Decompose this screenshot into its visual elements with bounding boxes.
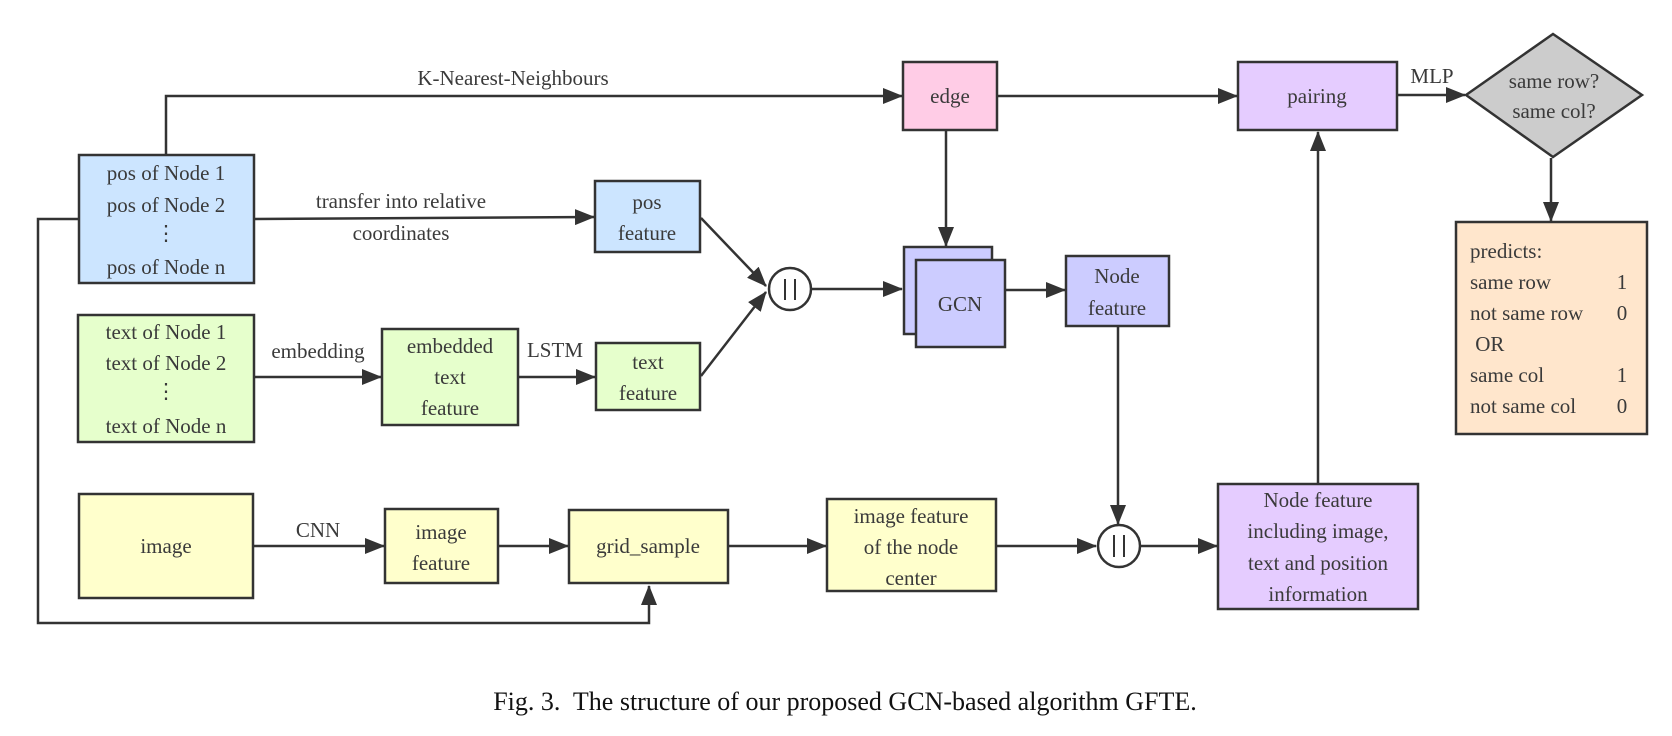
- pos-feature-line-1: pos: [632, 190, 661, 214]
- text-feature-line-1: text: [632, 350, 664, 374]
- node-combined-feature: Node feature including image, text and p…: [1216, 482, 1420, 611]
- label-cnn: CNN: [296, 518, 340, 542]
- node-image-feature-center: image feature of the node center: [825, 497, 998, 593]
- node-pos-input: pos of Node 1 pos of Node 2 ⋮ pos of Nod…: [77, 153, 256, 285]
- node-image-feature: image feature: [383, 507, 500, 585]
- node-text-feature: text feature: [594, 341, 702, 412]
- edge-text-feature-to-concat: [700, 291, 767, 377]
- grid-sample-label: grid_sample: [596, 534, 700, 558]
- predicts-row-label: same col: [1470, 363, 1544, 387]
- pos-input-line-1: pos of Node 1: [107, 161, 225, 185]
- gfte-diagram: K-Nearest-Neighbours transfer into relat…: [36, 32, 1649, 716]
- pairing-label: pairing: [1287, 84, 1347, 108]
- edge-pos-feature-to-concat: [700, 217, 767, 287]
- image-feature-line-2: feature: [412, 551, 470, 575]
- text-feature-line-2: feature: [619, 381, 677, 405]
- embedded-line-1: embedded: [407, 334, 494, 358]
- predicts-row-label: same row: [1470, 270, 1552, 294]
- node-grid-sample: grid_sample: [567, 508, 730, 585]
- predicts-row-label: not same row: [1470, 301, 1584, 325]
- node-feature-line-1: Node: [1094, 264, 1140, 288]
- predicts-row-label: not same col: [1470, 394, 1576, 418]
- node-pairing: pairing: [1236, 60, 1399, 132]
- predicts-title: predicts:: [1470, 239, 1542, 263]
- image-feature-line-1: image: [415, 520, 466, 544]
- embedded-line-3: feature: [421, 396, 479, 420]
- pos-input-line-2: pos of Node 2: [107, 193, 225, 217]
- concat-icon: [767, 266, 813, 312]
- combined-line-2: including image,: [1247, 519, 1388, 543]
- text-input-line-1: text of Node 1: [106, 320, 227, 344]
- decision-line-2: same col?: [1512, 99, 1595, 123]
- pos-input-ellipsis: ⋮: [156, 221, 177, 245]
- label-embedding: embedding: [271, 339, 365, 363]
- decision-line-1: same row?: [1509, 69, 1599, 93]
- edge-label: edge: [930, 84, 970, 108]
- image-input-label: image: [140, 534, 191, 558]
- node-predicts: predicts: same row 1 not same row 0 OR s…: [1454, 220, 1649, 436]
- label-relative-1: transfer into relative: [316, 189, 486, 213]
- node-concat-1: [767, 266, 813, 312]
- center-feature-line-2: of the node: [864, 535, 958, 559]
- node-decision: same row? same col?: [1463, 32, 1645, 159]
- predicts-row-value: 1: [1617, 270, 1628, 294]
- combined-line-1: Node feature: [1263, 488, 1372, 512]
- edge-knn: [164, 88, 903, 155]
- node-image-input: image: [77, 492, 255, 600]
- text-input-ellipsis: ⋮: [156, 379, 177, 403]
- gcn-label: GCN: [938, 292, 982, 316]
- node-gcn: GCN: [902, 245, 1007, 349]
- node-feature-line-2: feature: [1088, 296, 1146, 320]
- predicts-row-value: 0: [1617, 394, 1628, 418]
- predicts-row-value: 1: [1617, 363, 1628, 387]
- node-pos-feature: pos feature: [593, 179, 702, 254]
- label-mlp: MLP: [1410, 64, 1453, 88]
- label-relative-2: coordinates: [353, 221, 450, 245]
- node-concat-2: [1096, 523, 1142, 569]
- predicts-or-label: OR: [1470, 332, 1504, 356]
- node-text-input: text of Node 1 text of Node 2 ⋮ text of …: [76, 313, 256, 444]
- pos-feature-line-2: feature: [618, 221, 676, 245]
- center-feature-line-3: center: [885, 566, 936, 590]
- text-input-line-2: text of Node 2: [106, 351, 227, 375]
- node-embedded-text-feature: embedded text feature: [380, 327, 520, 427]
- concat-icon: [1096, 523, 1142, 569]
- edge-relative-coords: [253, 209, 595, 226]
- text-input-line-n: text of Node n: [106, 414, 227, 438]
- node-edge: edge: [901, 60, 999, 132]
- embedded-line-2: text: [434, 365, 466, 389]
- label-lstm: LSTM: [527, 338, 583, 362]
- combined-line-4: information: [1268, 582, 1368, 606]
- combined-line-3: text and position: [1248, 551, 1388, 575]
- predicts-row-value: 0: [1617, 301, 1628, 325]
- figure-caption: Fig. 3. The structure of our proposed GC…: [493, 687, 1197, 716]
- label-knn: K-Nearest-Neighbours: [417, 66, 608, 90]
- decision-diamond: [1463, 32, 1645, 159]
- node-node-feature: Node feature: [1064, 254, 1171, 328]
- center-feature-line-1: image feature: [854, 504, 969, 528]
- pos-input-line-n: pos of Node n: [107, 255, 226, 279]
